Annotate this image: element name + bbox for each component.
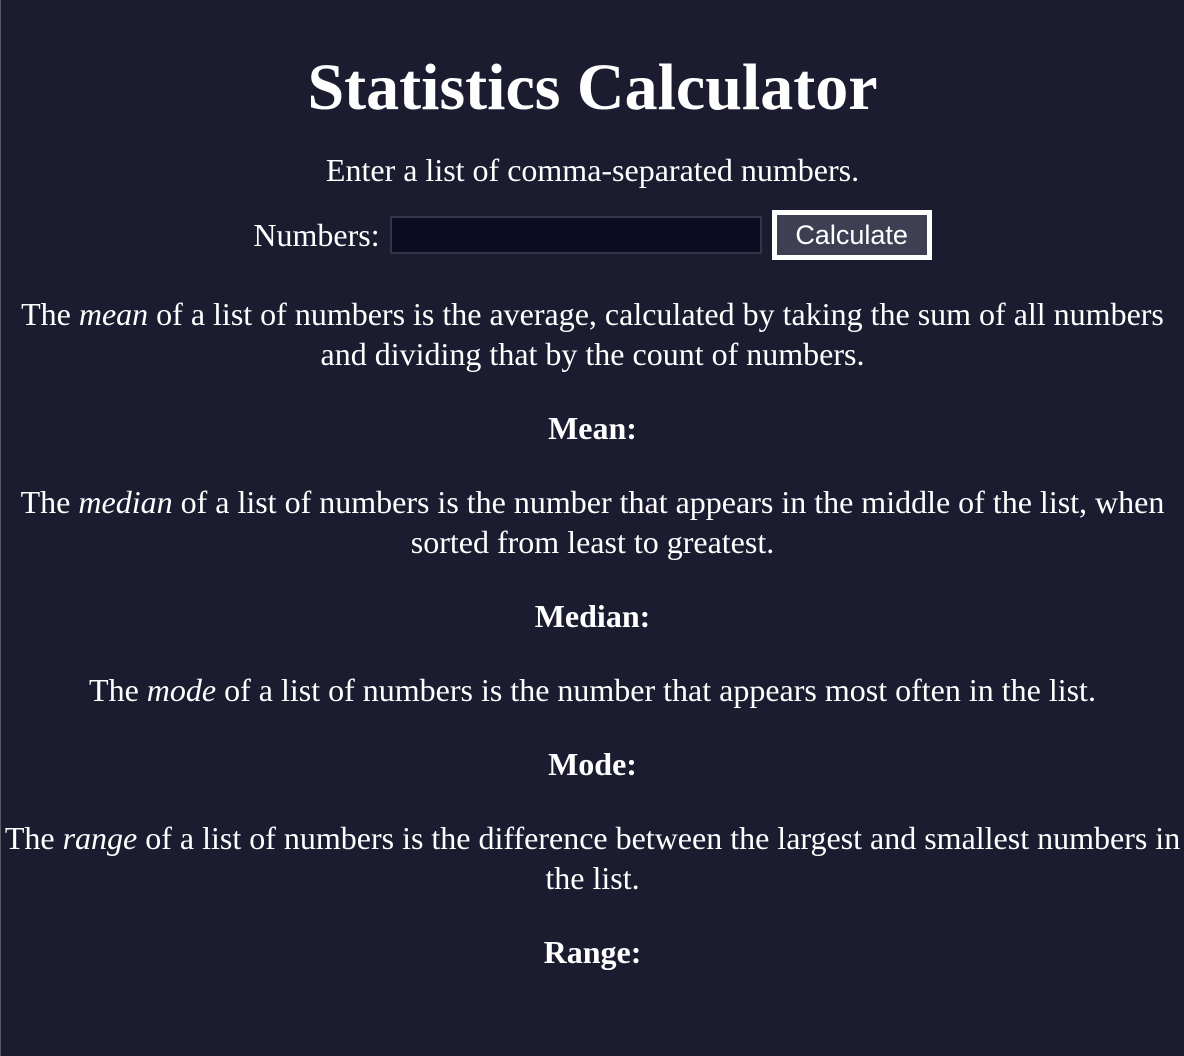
mode-result: Mode: [548, 746, 637, 782]
median-term: median [78, 484, 173, 520]
median-description: The median of a list of numbers is the n… [1, 482, 1184, 562]
numbers-label: Numbers: [253, 216, 380, 253]
range-result: Range: [543, 934, 642, 970]
mean-desc-prefix: The [21, 296, 79, 332]
range-term: range [62, 820, 138, 856]
range-desc-prefix: The [4, 820, 63, 856]
range-description: The range of a list of numbers is the di… [1, 818, 1184, 898]
mean-description: The mean of a list of numbers is the ave… [1, 294, 1184, 374]
median-desc-prefix: The [20, 484, 79, 520]
mean-desc-suffix: of a list of numbers is the average, cal… [148, 296, 1164, 372]
mode-description: The mode of a list of numbers is the num… [1, 670, 1184, 710]
mean-term: mean [78, 296, 149, 332]
mean-result: Mean: [548, 410, 637, 446]
numbers-input[interactable] [389, 216, 762, 254]
numbers-form: Numbers: Calculate [1, 210, 1184, 260]
median-desc-suffix: of a list of numbers is the number that … [172, 484, 1165, 560]
median-result: Median: [534, 598, 651, 634]
intro-text: Enter a list of comma-separated numbers. [325, 152, 860, 188]
mode-term: mode [146, 672, 217, 708]
mode-desc-suffix: of a list of numbers is the number that … [216, 672, 1096, 708]
page-title: Statistics Calculator [307, 51, 878, 124]
calculate-button[interactable]: Calculate [771, 210, 932, 260]
mode-desc-prefix: The [89, 672, 147, 708]
page: Statistics Calculator Enter a list of co… [1, 0, 1184, 972]
range-desc-suffix: of a list of numbers is the difference b… [137, 820, 1181, 896]
